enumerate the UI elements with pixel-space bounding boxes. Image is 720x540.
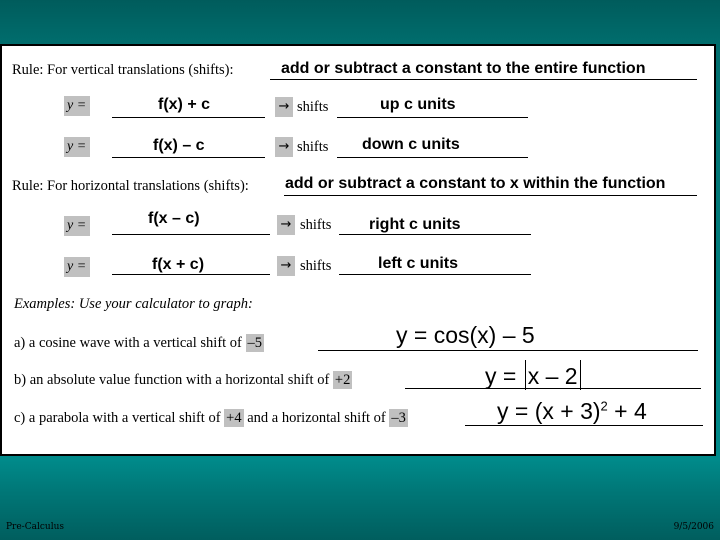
right-arrow-icon: → (275, 137, 293, 157)
direction-answer: left c units (378, 255, 459, 272)
example-c-horizontal-value: –3 (389, 409, 408, 427)
example-c-answer-line (465, 425, 703, 426)
expr-line (112, 117, 265, 118)
right-arrow-icon: → (275, 97, 293, 117)
expr-answer: f(x – c) (148, 210, 200, 227)
example-c-answer-base: y = (x + 3) (497, 398, 601, 424)
expr-line (112, 157, 265, 158)
example-b-prompt: b) an absolute value function with a hor… (14, 371, 353, 389)
y-equals-label: y = (64, 257, 90, 277)
example-c-vertical-value: +4 (224, 409, 244, 427)
example-b-text: b) an absolute value function with a hor… (14, 372, 330, 388)
direction-answer: down c units (362, 136, 460, 153)
right-arrow-icon: → (277, 256, 295, 276)
expr-line (112, 234, 270, 235)
vertical-rule-answer-line (270, 79, 697, 80)
vertical-rule-label: Rule: For vertical translations (shifts)… (12, 62, 234, 78)
direction-line (337, 157, 528, 158)
example-c-middle-text: and a horizontal shift of (247, 410, 386, 426)
abs-bar-left (524, 360, 526, 390)
shifts-label: shifts (300, 258, 332, 274)
expr-answer: f(x) – c (153, 137, 205, 154)
example-a-answer-line (318, 350, 698, 351)
example-a-text: a) a cosine wave with a vertical shift o… (14, 335, 242, 351)
y-equals-label: y = (64, 137, 90, 157)
content-panel (0, 44, 716, 456)
shifts-label: shifts (297, 139, 329, 155)
horizontal-rule-answer-line (284, 195, 697, 196)
example-a-prompt: a) a cosine wave with a vertical shift o… (14, 334, 265, 352)
direction-line (337, 117, 528, 118)
shifts-label: shifts (297, 99, 329, 115)
footer-date: 9/5/2006 (673, 522, 714, 532)
shifts-label: shifts (300, 217, 332, 233)
example-c-answer-exponent: 2 (600, 398, 608, 414)
direction-line (339, 234, 531, 235)
example-c-answer-tail: + 4 (607, 398, 647, 424)
example-b-shift-value: +2 (332, 371, 353, 389)
expr-answer: f(x + c) (152, 256, 205, 273)
y-equals-label: y = (64, 216, 90, 236)
vertical-rule-answer: add or subtract a constant to the entire… (281, 60, 646, 77)
direction-answer: up c units (380, 96, 456, 113)
example-c-text: c) a parabola with a vertical shift of (14, 410, 221, 426)
example-c-answer: y = (x + 3)2 + 4 (497, 398, 647, 425)
example-a-answer: y = cos(x) – 5 (396, 322, 535, 348)
right-arrow-icon: → (277, 215, 295, 235)
y-equals-label: y = (64, 96, 90, 116)
example-b-answer-lhs: y = (485, 363, 523, 389)
expr-line (112, 274, 270, 275)
footer-course: Pre-Calculus (6, 522, 64, 532)
example-b-answer: y = x – 2 (485, 360, 583, 390)
example-b-answer-inner: x – 2 (527, 363, 578, 389)
examples-heading: Examples: Use your calculator to graph: (14, 296, 253, 312)
horizontal-rule-label: Rule: For horizontal translations (shift… (12, 178, 249, 194)
direction-answer: right c units (369, 216, 461, 233)
example-a-shift-value: –5 (245, 334, 265, 352)
direction-line (339, 274, 531, 275)
expr-answer: f(x) + c (158, 96, 211, 113)
example-c-prompt: c) a parabola with a vertical shift of +… (14, 409, 408, 427)
abs-bar-right (579, 360, 581, 390)
horizontal-rule-answer: add or subtract a constant to x within t… (285, 175, 666, 192)
